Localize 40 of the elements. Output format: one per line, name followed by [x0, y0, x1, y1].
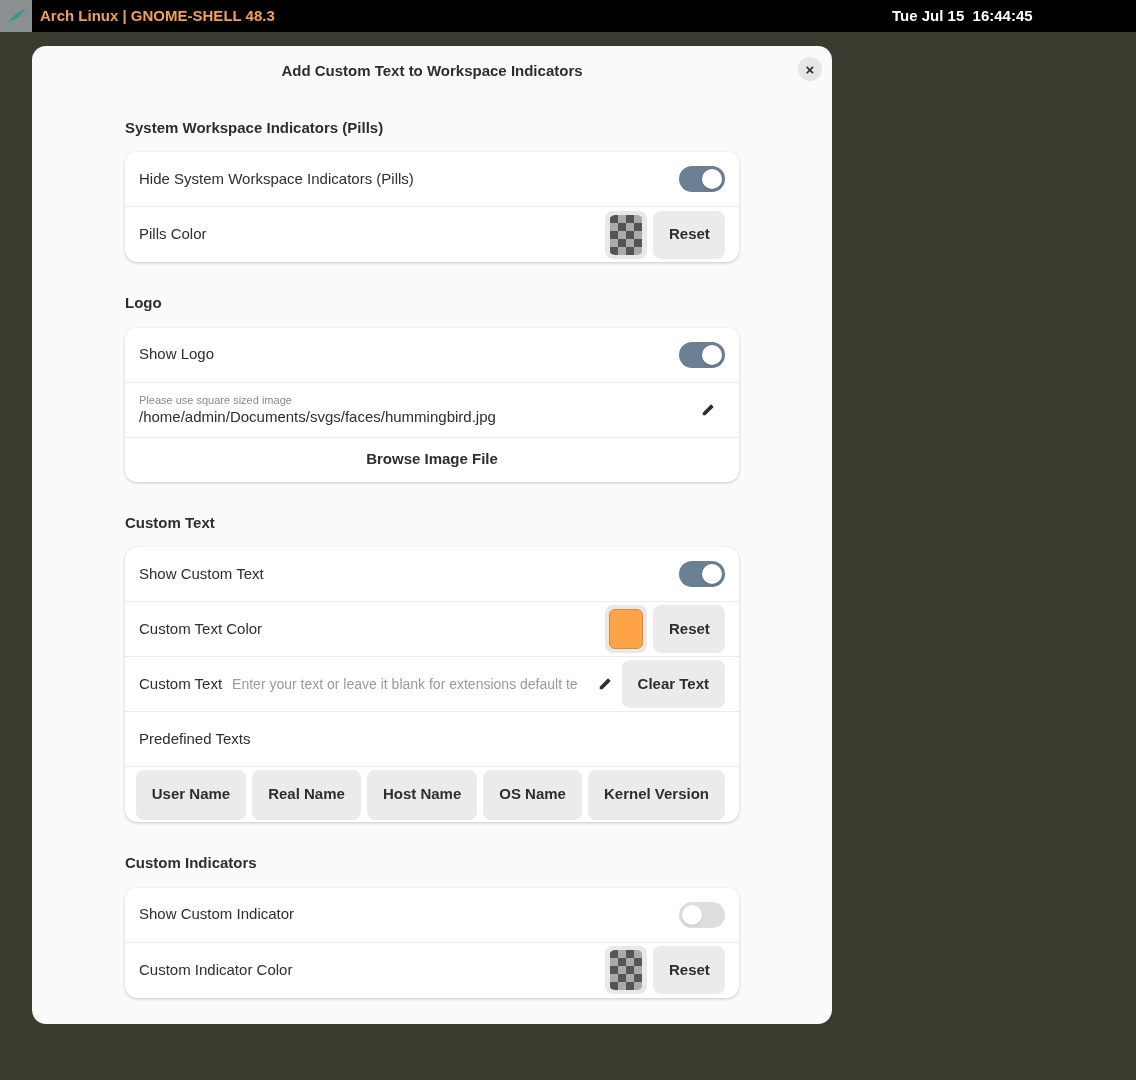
- reset-button[interactable]: Reset: [653, 210, 725, 259]
- section-heading: Custom Indicators: [125, 853, 258, 873]
- field-hint: Please use square sized image: [139, 392, 293, 407]
- reset-button[interactable]: Reset: [653, 946, 725, 994]
- row-label: Predefined Texts: [139, 728, 251, 749]
- section-heading: System Workspace Indicators (Pills): [125, 117, 385, 138]
- row-label: Show Logo: [139, 344, 215, 365]
- row-label: Custom Text Color: [139, 618, 263, 639]
- dialog-title: Add Custom Text to Workspace Indicators: [281, 61, 583, 81]
- row-label: Custom Indicator Color: [139, 959, 293, 980]
- section-heading: Logo: [125, 293, 163, 313]
- pencil-icon: [597, 677, 612, 691]
- row-label: Custom Text: [139, 673, 223, 694]
- transparent-swatch: [609, 950, 643, 990]
- clock[interactable]: Tue Jul 15 16:44:45: [892, 4, 1033, 28]
- custom-text-field[interactable]: Enter your text or leave it blank for extensions default te: [232, 673, 588, 695]
- predefined-text-button[interactable]: Kernel Version: [587, 769, 725, 820]
- toggle-switch[interactable]: [679, 341, 725, 368]
- predefined-text-button[interactable]: OS Name: [483, 769, 582, 820]
- predefined-text-button[interactable]: User Name: [135, 769, 247, 820]
- reset-button[interactable]: Reset: [653, 605, 725, 653]
- toggle-switch[interactable]: [679, 561, 725, 587]
- section-heading: Custom Text: [125, 512, 216, 533]
- row-label: Hide System Workspace Indicators (Pills): [139, 168, 414, 189]
- toggle-switch[interactable]: [679, 901, 725, 928]
- row-label: Show Custom Text: [139, 563, 264, 584]
- row-label: Pills Color: [139, 224, 207, 245]
- close-button[interactable]: ×: [798, 57, 822, 81]
- toggle-switch[interactable]: [679, 166, 725, 192]
- predefined-text-button[interactable]: Real Name: [252, 769, 361, 820]
- clear-text-button[interactable]: Clear Text: [621, 660, 725, 708]
- color-button[interactable]: [605, 210, 647, 259]
- panel-title[interactable]: Arch Linux | GNOME-SHELL 48.3: [40, 4, 275, 28]
- color-button[interactable]: [605, 946, 647, 994]
- pencil-icon: [701, 402, 715, 417]
- browse-button[interactable]: Browse Image File: [125, 437, 739, 482]
- row-label: Show Custom Indicator: [139, 904, 295, 925]
- file-path-field[interactable]: /home/admin/Documents/svgs/faces/hummingbird.jpg: [139, 406, 496, 427]
- transparent-swatch: [609, 214, 643, 255]
- predefined-text-button[interactable]: Host Name: [366, 769, 478, 820]
